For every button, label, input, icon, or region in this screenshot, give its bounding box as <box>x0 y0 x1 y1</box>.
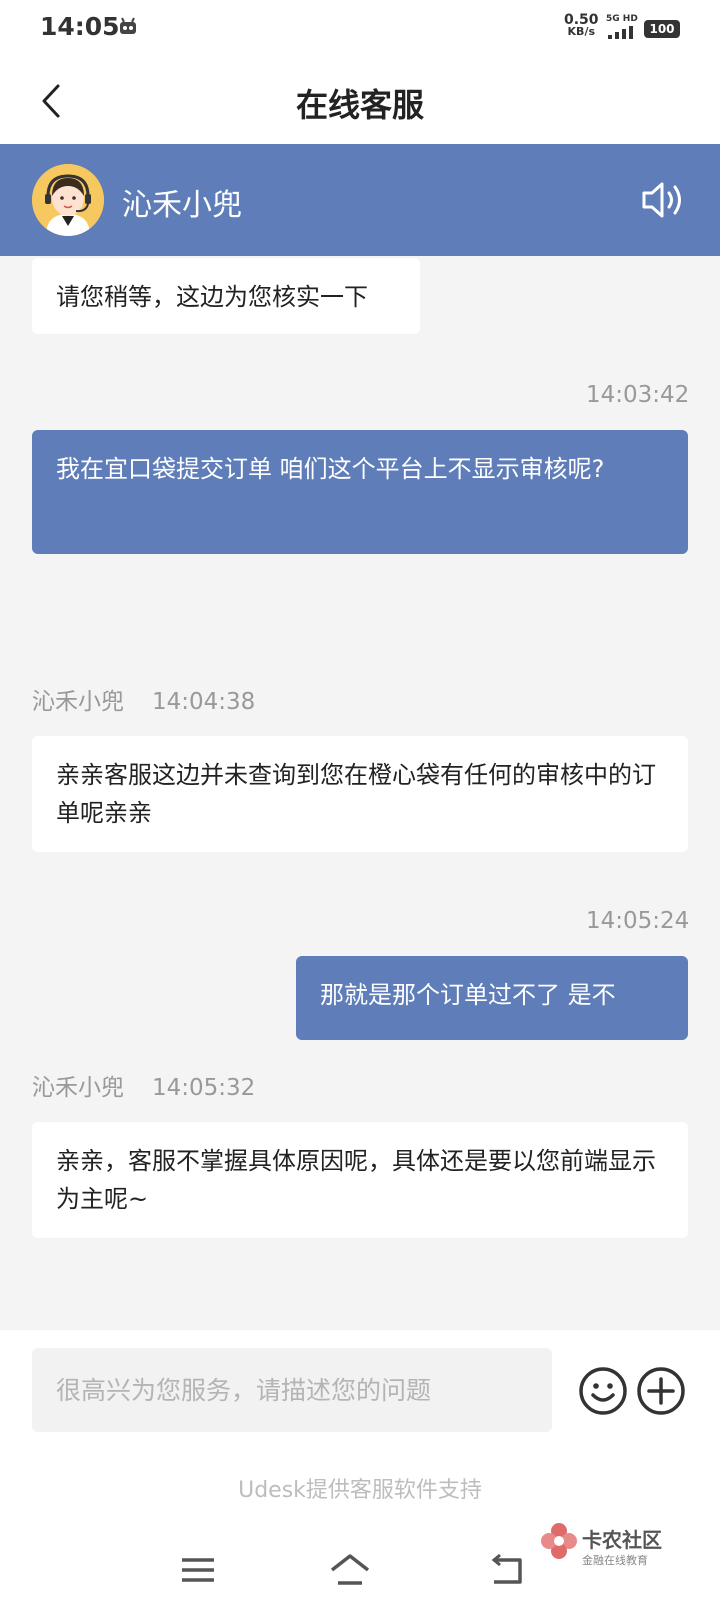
emoji-icon[interactable] <box>578 1366 628 1416</box>
agent-header: 沁禾小兜 <box>0 144 720 256</box>
sender-name: 沁禾小兜 <box>32 1075 124 1101</box>
message-meta: 沁禾小兜 14:05:32 <box>32 1068 255 1102</box>
menu-icon[interactable] <box>176 1550 220 1590</box>
user-message: 那就是那个订单过不了 是不 <box>296 956 688 1040</box>
signal-icon: 5G HD <box>606 14 638 43</box>
battery-icon: 100 <box>644 20 680 38</box>
agent-message: 亲亲，客服不掌握具体原因呢，具体还是要以您前端显示为主呢~ <box>32 1122 688 1238</box>
home-icon[interactable] <box>328 1550 372 1590</box>
status-bar: 14:05 0.50 KB/s 5G HD 100 <box>0 0 720 58</box>
network-type: 5G HD <box>606 14 638 24</box>
agent-name: 沁禾小兜 <box>122 188 242 223</box>
message-text: 亲亲客服这边并未查询到您在橙心袋有任何的审核中的订单呢亲亲 <box>56 761 656 827</box>
message-time: 14:05:24 <box>586 908 690 934</box>
network-speed-unit: KB/s <box>567 25 596 38</box>
chat-area[interactable]: 请您稍等，这边为您核实一下 14:03:42 我在宜口袋提交订单 咱们这个平台上… <box>0 256 720 1330</box>
agent-message: 请您稍等，这边为您核实一下 <box>32 258 420 334</box>
user-message: 我在宜口袋提交订单 咱们这个平台上不显示审核呢? <box>32 430 688 554</box>
message-text: 亲亲，客服不掌握具体原因呢，具体还是要以您前端显示为主呢~ <box>56 1147 656 1213</box>
message-time: 14:03:42 <box>586 382 690 408</box>
message-meta: 沁禾小兜 14:04:38 <box>32 682 255 716</box>
back-icon[interactable] <box>486 1550 530 1590</box>
sender-name: 沁禾小兜 <box>32 689 124 715</box>
system-nav-bar <box>0 1540 720 1612</box>
message-text: 请您稍等，这边为您核实一下 <box>56 283 368 311</box>
message-input[interactable] <box>32 1348 552 1432</box>
agent-message: 亲亲客服这边并未查询到您在橙心袋有任何的审核中的订单呢亲亲 <box>32 736 688 852</box>
message-text: 我在宜口袋提交订单 咱们这个平台上不显示审核呢? <box>56 455 605 483</box>
support-agent-avatar <box>32 164 104 236</box>
powered-by-text: Udesk提供客服软件支持 <box>238 1478 482 1503</box>
message-text: 那就是那个订单过不了 是不 <box>320 981 616 1009</box>
status-time: 14:05 <box>40 12 120 41</box>
message-time: 14:04:38 <box>152 689 256 715</box>
network-speed: 0.50 KB/s <box>564 13 599 38</box>
robot-icon <box>120 17 136 34</box>
nav-bar: 在线客服 <box>0 58 720 144</box>
plus-icon[interactable] <box>636 1366 686 1416</box>
speaker-icon[interactable] <box>640 178 688 222</box>
message-time: 14:05:32 <box>152 1075 256 1101</box>
page-title: 在线客服 <box>295 86 424 124</box>
